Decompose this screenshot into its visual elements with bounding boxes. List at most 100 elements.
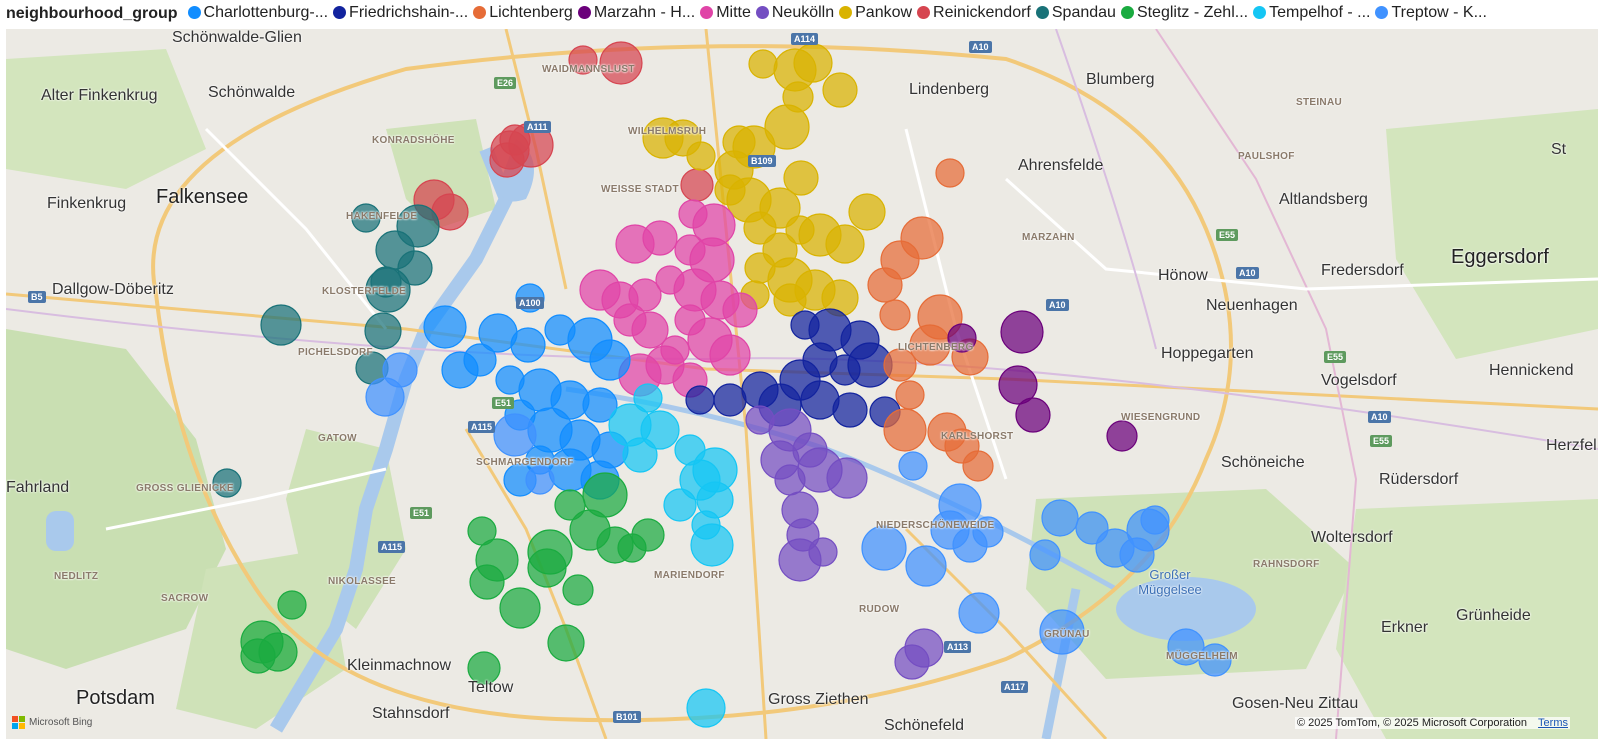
listing-bubble[interactable] (709, 334, 751, 376)
listing-bubble[interactable] (622, 437, 658, 473)
listing-bubble[interactable] (690, 523, 734, 567)
lake (46, 511, 74, 551)
road-shield: A111 (524, 121, 551, 133)
listing-bubble[interactable] (879, 299, 911, 331)
listing-bubble[interactable] (613, 303, 647, 337)
listing-bubble[interactable] (722, 292, 758, 328)
legend-label: Lichtenberg (489, 3, 573, 21)
legend-items: Charlottenburg-... Friedrichshain-... Lich… (187, 3, 1492, 25)
place-label: Alter Finkenkrug (41, 87, 158, 104)
listing-bubble[interactable] (898, 451, 928, 481)
legend-item[interactable]: Spandau (1035, 4, 1116, 22)
listing-bubble[interactable] (499, 587, 541, 629)
place-label: Hennickend (1489, 362, 1574, 379)
microsoft-logo-icon (12, 716, 25, 729)
place-label: WIESENGRUND (1121, 412, 1201, 423)
listing-bubble[interactable] (958, 592, 1000, 634)
listing-bubble[interactable] (905, 545, 947, 587)
listing-bubble[interactable] (1000, 310, 1044, 354)
legend-item[interactable]: Reinickendorf (917, 4, 1031, 22)
listing-bubble[interactable] (510, 327, 546, 363)
legend-item[interactable]: Lichtenberg (473, 4, 573, 22)
listing-bubble[interactable] (713, 383, 747, 417)
listing-bubble[interactable] (686, 688, 726, 728)
legend-swatch-icon (333, 6, 347, 20)
place-label: Herzfel (1546, 437, 1597, 454)
legend-item[interactable]: Friedrichshain-... (333, 4, 468, 22)
legend-item[interactable]: Steglitz - Zehl... (1120, 3, 1249, 22)
listing-bubble[interactable] (547, 624, 585, 662)
listing-bubble[interactable] (883, 408, 927, 452)
listing-bubble[interactable] (364, 312, 402, 350)
place-label: Potsdam (76, 687, 155, 709)
listing-bubble[interactable] (832, 392, 868, 428)
listing-bubble[interactable] (469, 564, 505, 600)
legend-swatch-icon (1375, 6, 1389, 20)
listing-bubble[interactable] (599, 41, 643, 85)
listing-bubble[interactable] (493, 413, 537, 457)
listing-bubble[interactable] (260, 304, 302, 346)
listing-bubble[interactable] (895, 380, 925, 410)
legend-item[interactable]: Tempelhof - ... (1253, 4, 1370, 22)
listing-bubble[interactable] (527, 529, 573, 575)
listing-bubble[interactable] (562, 574, 594, 606)
place-label: NEDLITZ (54, 571, 99, 582)
place-label: Erkner (1381, 619, 1429, 636)
legend-item[interactable]: Marzahn - H... (577, 4, 695, 22)
place-label: Grünheide (1456, 607, 1531, 624)
listing-bubble[interactable] (778, 538, 822, 582)
listing-bubble[interactable] (883, 348, 917, 382)
legend-label: Friedrichshain-... (349, 3, 469, 21)
legend-item[interactable]: Charlottenburg-... (187, 4, 328, 22)
listing-bubble[interactable] (822, 72, 858, 108)
legend-swatch-icon (577, 6, 591, 20)
road-shield: B101 (613, 711, 641, 723)
listing-bubble[interactable] (935, 158, 965, 188)
place-label: WEISSE STADT (601, 184, 679, 195)
legend-item[interactable]: Treptow - K... (1375, 4, 1487, 22)
listing-bubble[interactable] (1029, 539, 1061, 571)
listing-bubble[interactable] (423, 305, 467, 349)
logo-text: Microsoft Bing (29, 717, 93, 728)
listing-bubble[interactable] (748, 49, 778, 79)
legend-label: Steglitz - Zehl... (1136, 3, 1249, 21)
listing-bubble[interactable] (642, 220, 678, 256)
listing-bubble[interactable] (463, 343, 497, 377)
listing-bubble[interactable] (1106, 420, 1138, 452)
listing-bubble[interactable] (680, 168, 714, 202)
map[interactable]: Schönwalde-Glien Alter Finkenkrug Schönwal… (6, 29, 1598, 739)
listing-bubble[interactable] (793, 43, 833, 83)
legend-label: Mitte (716, 3, 751, 21)
listing-bubble[interactable] (277, 590, 307, 620)
place-label: Fredersdorf (1321, 262, 1404, 279)
listing-bubble[interactable] (894, 644, 930, 680)
road-shield: A10 (969, 41, 992, 53)
listing-bubble[interactable] (663, 488, 697, 522)
legend-item[interactable]: Pankow (839, 4, 912, 22)
legend-item[interactable]: Mitte (700, 4, 751, 22)
listing-bubble[interactable] (861, 525, 907, 571)
place-label: Woltersdorf (1311, 529, 1393, 546)
listing-bubble[interactable] (240, 638, 276, 674)
listing-bubble[interactable] (867, 267, 903, 303)
listing-bubble[interactable] (826, 457, 868, 499)
road-shield: A10 (1236, 267, 1259, 279)
listing-bubble[interactable] (962, 450, 994, 482)
listing-bubble[interactable] (1041, 499, 1079, 537)
listing-bubble[interactable] (1015, 397, 1051, 433)
listing-bubble[interactable] (685, 385, 715, 415)
listing-bubble[interactable] (617, 533, 647, 563)
place-label: KONRADSHÖHE (372, 135, 455, 146)
place-label: STEINAU (1296, 97, 1342, 108)
bubble-layer[interactable] (212, 41, 1232, 728)
listing-bubble[interactable] (589, 339, 631, 381)
listing-bubble[interactable] (848, 193, 886, 231)
listing-bubble[interactable] (686, 141, 716, 171)
place-label: Schönefeld (884, 717, 965, 734)
place-label: MARZAHN (1022, 232, 1075, 243)
listing-bubble[interactable] (525, 465, 555, 495)
legend-item[interactable]: Neukölln (755, 4, 834, 22)
listing-bubble[interactable] (825, 224, 865, 264)
terms-link[interactable]: Terms (1538, 717, 1568, 729)
listing-bubble[interactable] (382, 352, 418, 388)
